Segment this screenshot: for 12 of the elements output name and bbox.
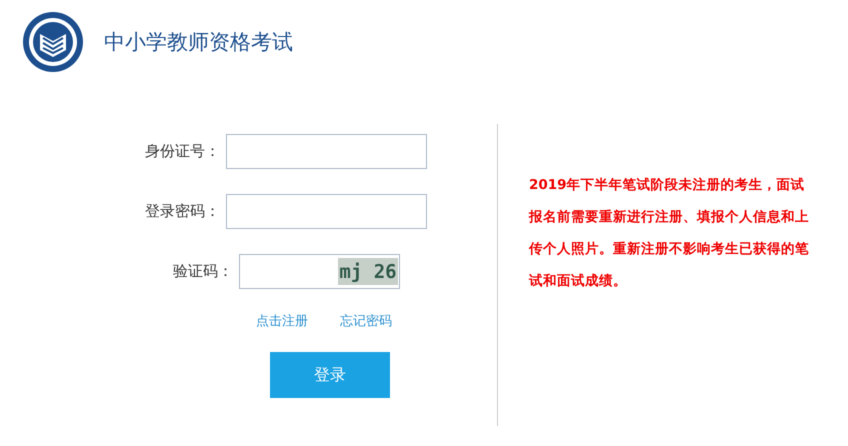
field-label: 验证码： (172, 262, 234, 281)
id-number-field[interactable] (226, 134, 427, 169)
captcha-field[interactable]: mj 26 (239, 254, 400, 289)
field-label: 身份证号： (144, 142, 221, 161)
login-button[interactable]: 登录 (270, 352, 390, 398)
site-title: 中小学教师资格考试 (104, 29, 293, 56)
link[interactable]: 点击注册 (256, 312, 308, 330)
password-field[interactable] (226, 194, 427, 229)
link[interactable]: 忘记密码 (340, 312, 392, 330)
captcha-image[interactable]: mj 26 (338, 258, 398, 285)
notice-text: 2019年下半年笔试阶段未注册的考生，面试报名前需要重新进行注册、填报个人信息和上传个人照片。重新注册不影响考生已获得的笔试和面试成绩。 (529, 176, 809, 291)
field-label: 登录密码： (144, 202, 221, 221)
